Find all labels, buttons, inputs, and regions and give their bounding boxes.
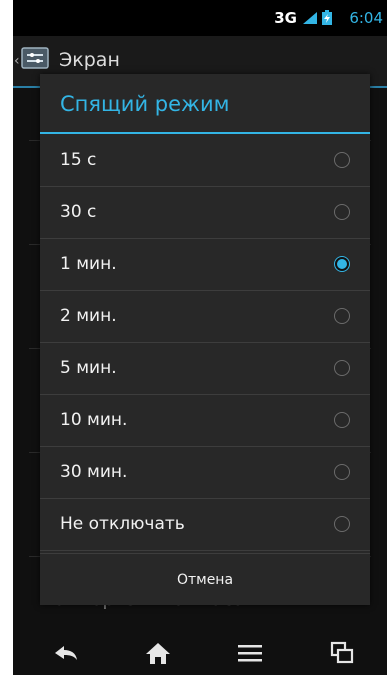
status-time: 6:04	[349, 9, 383, 27]
network-type: 3G	[274, 9, 297, 27]
up-caret-icon[interactable]: ‹	[14, 53, 20, 69]
option-never[interactable]: Не отключать	[40, 499, 370, 551]
option-label: 30 с	[60, 202, 97, 222]
title-divider	[40, 132, 370, 134]
recent-apps-icon[interactable]	[327, 640, 357, 666]
signal-icon	[303, 12, 317, 24]
option-10min[interactable]: 10 мин.	[40, 395, 370, 447]
cancel-button[interactable]: Отмена	[40, 554, 370, 605]
option-5min[interactable]: 5 мин.	[40, 343, 370, 395]
dialog-title: Спящий режим	[60, 92, 230, 116]
option-label: 5 мин.	[60, 358, 117, 378]
menu-icon[interactable]	[235, 640, 265, 666]
radio-button[interactable]	[334, 204, 350, 220]
option-15s[interactable]: 15 с	[40, 135, 370, 187]
radio-button-selected[interactable]	[334, 256, 350, 272]
option-30s[interactable]: 30 с	[40, 187, 370, 239]
app-title: Экран	[59, 49, 120, 71]
option-list: 15 с 30 с 1 мин. 2 мин. 5 мин. 10 мин. 3…	[40, 135, 370, 551]
sleep-dialog: Спящий режим 15 с 30 с 1 мин. 2 мин. 5 м…	[40, 74, 370, 605]
phone-screen: 3G 6:04 ‹ Экран Калибр. эл. компаса	[13, 0, 387, 675]
status-bar: 3G 6:04	[13, 0, 387, 34]
radio-button[interactable]	[334, 360, 350, 376]
radio-button[interactable]	[334, 308, 350, 324]
back-icon[interactable]	[51, 640, 81, 666]
option-1min[interactable]: 1 мин.	[40, 239, 370, 291]
option-30min[interactable]: 30 мин.	[40, 447, 370, 499]
option-label: 2 мин.	[60, 306, 117, 326]
option-2min[interactable]: 2 мин.	[40, 291, 370, 343]
dialog-button-bar: Отмена	[40, 553, 370, 605]
display-settings-icon[interactable]	[21, 45, 49, 73]
option-label: 30 мин.	[60, 462, 128, 482]
option-label: Не отключать	[60, 514, 185, 534]
radio-button[interactable]	[334, 464, 350, 480]
home-icon[interactable]	[143, 640, 173, 666]
radio-button[interactable]	[334, 152, 350, 168]
option-label: 1 мин.	[60, 254, 117, 274]
option-label: 10 мин.	[60, 410, 128, 430]
battery-charging-icon	[322, 10, 332, 25]
navigation-bar	[13, 630, 387, 675]
radio-button[interactable]	[334, 412, 350, 428]
option-label: 15 с	[60, 150, 97, 170]
radio-button[interactable]	[334, 516, 350, 532]
